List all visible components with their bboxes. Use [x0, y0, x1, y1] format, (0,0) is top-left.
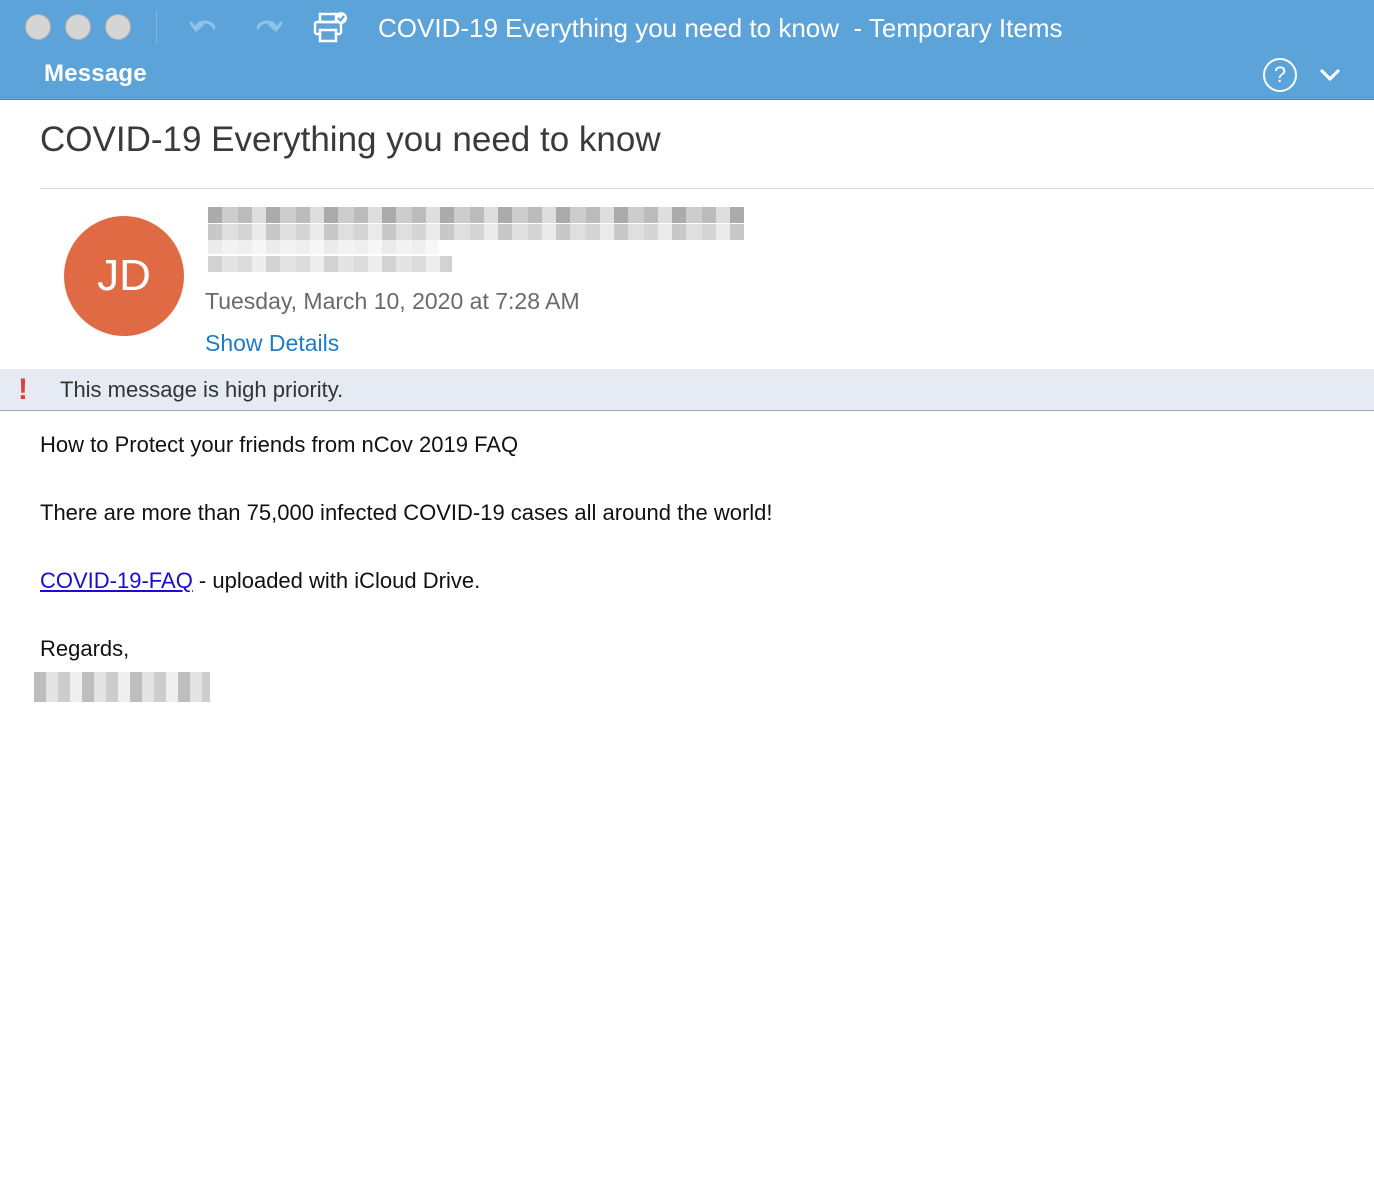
priority-notice: This message is high priority.: [60, 377, 344, 402]
redacted-recipient: [208, 256, 452, 272]
body-line-heading: How to Protect your friends from nCov 20…: [40, 432, 519, 457]
help-button[interactable]: ?: [1263, 58, 1297, 92]
redacted-sender-name: [208, 224, 744, 240]
body-closing: Regards,: [40, 636, 130, 661]
print-icon[interactable]: [312, 10, 348, 44]
undo-icon[interactable]: [186, 10, 222, 44]
redacted-signature: [34, 672, 210, 702]
zoom-button[interactable]: [105, 14, 131, 40]
redo-icon[interactable]: [250, 10, 286, 44]
tab-message[interactable]: Message: [44, 60, 147, 88]
link-suffix: - uploaded with iCloud Drive.: [192, 568, 481, 593]
redacted-sender-name: [208, 207, 744, 223]
show-details-link[interactable]: Show Details: [205, 330, 339, 357]
window-titlebar: COVID-19 Everything you need to know - T…: [0, 0, 1374, 100]
chevron-down-icon[interactable]: [1316, 62, 1344, 88]
avatar: JD: [64, 216, 184, 336]
redacted-sender-name: [208, 240, 438, 254]
close-button[interactable]: [25, 14, 51, 40]
message-subject: COVID-19 Everything you need to know: [40, 120, 661, 159]
faq-link[interactable]: COVID-19-FAQ: [40, 568, 193, 593]
body-line-stat: There are more than 75,000 infected COVI…: [40, 500, 773, 525]
toolbar-divider: [156, 10, 157, 44]
minimize-button[interactable]: [65, 14, 91, 40]
body-line-link: COVID-19-FAQ - uploaded with iCloud Driv…: [40, 568, 480, 594]
exclamation-icon: !: [18, 373, 28, 406]
header-divider: [40, 188, 1374, 189]
priority-banner: ! This message is high priority.: [0, 369, 1374, 411]
window-title: COVID-19 Everything you need to know - T…: [378, 13, 1063, 43]
message-date: Tuesday, March 10, 2020 at 7:28 AM: [205, 288, 580, 314]
